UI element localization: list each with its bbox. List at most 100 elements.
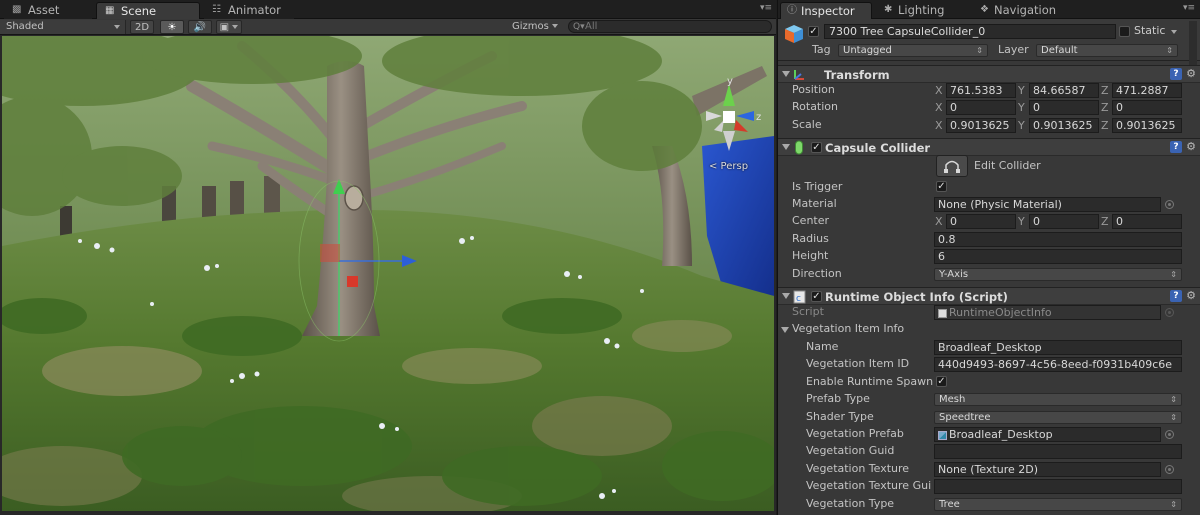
rotation-z-field[interactable]: 0 [1112,100,1182,115]
chevron-updown-icon: ⇕ [1170,500,1177,509]
gizmos-dropdown[interactable]: Gizmos [512,20,562,34]
is-trigger-checkbox[interactable]: ✓ [936,181,947,192]
projection-label[interactable]: < Persp [709,161,748,172]
position-x-field[interactable]: 761.5383 [946,83,1016,98]
shading-mode-dropdown[interactable]: Shaded [0,20,126,34]
tab-lighting[interactable]: ✱ Lighting [878,2,968,19]
foldout-arrow-icon[interactable] [782,71,790,77]
chevron-updown-icon: ⇕ [1166,46,1173,55]
tag-dropdown[interactable]: Untagged ⇕ [838,44,988,57]
object-picker-icon[interactable] [1165,200,1174,209]
radius-field[interactable]: 0.8 [934,232,1182,247]
vegetation-texture-guid-label: Vegetation Texture Gui [806,479,932,492]
enable-runtime-spawn-checkbox[interactable]: ✓ [936,376,947,387]
capsule-collider-icon [795,140,803,155]
tab-inspector[interactable]: ⓘ Inspector [780,2,872,19]
shader-type-label: Shader Type [806,410,874,423]
foldout-arrow-icon[interactable] [782,293,790,299]
prefab-type-dropdown[interactable]: Mesh ⇕ [934,393,1182,406]
scene-search-input[interactable]: Q▾ All [568,20,772,33]
scene-lighting-toggle[interactable]: ☀ [160,20,184,34]
transform-header[interactable]: Transform ? ⚙ [778,65,1200,83]
svg-text:y: y [727,76,733,87]
gameobject-cube-icon [785,25,803,43]
name-label: Name [806,340,839,353]
foldout-arrow-icon[interactable] [782,144,790,150]
tab-animator[interactable]: ☷ Animator [204,2,294,19]
radius-label: Radius [792,232,829,245]
inspector-tab-bar: ⓘ Inspector ✱ Lighting ❖ Navigation ▾≡ [778,0,1200,19]
chevron-down-icon [114,25,120,29]
script-label: Script [792,305,824,318]
height-field[interactable]: 6 [934,249,1182,264]
runtime-object-info-header[interactable]: c ✓ Runtime Object Info (Script) ? ⚙ [778,287,1200,305]
layer-dropdown[interactable]: Default ⇕ [1036,44,1178,57]
enable-runtime-spawn-label: Enable Runtime Spawn [806,375,934,388]
prefab-type-label: Prefab Type [806,392,870,405]
help-icon[interactable]: ? [1170,290,1182,302]
navigation-icon: ❖ [980,4,989,15]
asset-store-icon: ▩ [12,4,22,15]
transform-icon [794,70,804,80]
capsule-collider-header[interactable]: ✓ Capsule Collider ? ⚙ [778,138,1200,156]
static-dropdown-icon[interactable] [1171,30,1177,34]
layer-label: Layer [998,43,1029,56]
vegetation-texture-guid-field[interactable] [934,479,1182,494]
tab-scene[interactable]: ▦ Scene [96,2,200,19]
vegetation-item-info-foldout[interactable]: Vegetation Item Info [792,322,904,336]
inspector-panel-menu-icon[interactable]: ▾≡ [1183,3,1195,13]
vegetation-texture-field[interactable]: None (Texture 2D) [934,462,1161,477]
vegetation-guid-field[interactable] [934,444,1182,459]
name-field[interactable]: Broadleaf_Desktop [934,340,1182,355]
direction-dropdown[interactable]: Y-Axis ⇕ [934,268,1182,281]
scene-orientation-gizmo[interactable]: y z [696,76,766,171]
rotation-x-field[interactable]: 0 [946,100,1016,115]
scale-z-field[interactable]: 0.9013625 [1112,118,1182,133]
scene-toolbar: Shaded 2D ☀ 🔊 ▣ Gizmos Q▾ All [0,19,776,35]
position-z-field[interactable]: 471.2887 [1112,83,1182,98]
object-picker-icon[interactable] [1165,430,1174,439]
tab-asset-store[interactable]: ▩ Asset Store [4,2,92,33]
foldout-arrow-icon[interactable] [781,327,789,333]
static-checkbox[interactable] [1119,26,1130,37]
inspector-panel: ⓘ Inspector ✱ Lighting ❖ Navigation ▾≡ ✓… [777,0,1200,515]
center-y-field[interactable]: 0 [1029,214,1099,229]
static-label: Static [1134,24,1166,37]
vegetation-item-id-field[interactable]: 440d9493-8697-4c56-8eed-f0931b409c6e [934,357,1182,372]
material-field[interactable]: None (Physic Material) [934,197,1161,212]
rotation-y-field[interactable]: 0 [1029,100,1099,115]
scale-x-field[interactable]: 0.9013625 [946,118,1016,133]
vegetation-prefab-field[interactable]: Broadleaf_Desktop [934,427,1161,442]
scene-effects-dropdown[interactable]: ▣ [216,20,242,34]
scene-audio-toggle[interactable]: 🔊 [188,20,212,34]
object-picker-icon[interactable] [1165,465,1174,474]
vegetation-type-dropdown[interactable]: Tree ⇕ [934,498,1182,511]
scale-y-field[interactable]: 0.9013625 [1029,118,1099,133]
edit-collider-button[interactable] [936,155,968,177]
center-z-field[interactable]: 0 [1112,214,1182,229]
help-icon[interactable]: ? [1170,68,1182,80]
scene-panel-menu-icon[interactable]: ▾≡ [760,3,772,13]
center-x-field[interactable]: 0 [946,214,1016,229]
help-icon[interactable]: ? [1170,141,1182,153]
object-header: ✓ 7300 Tree CapsuleCollider_0 Static Tag… [778,19,1200,79]
object-name-field[interactable]: 7300 Tree CapsuleCollider_0 [824,24,1116,39]
tab-navigation[interactable]: ❖ Navigation [974,2,1074,19]
position-y-field[interactable]: 84.66587 [1029,83,1099,98]
script-field: RuntimeObjectInfo [934,305,1161,320]
gear-icon[interactable]: ⚙ [1185,290,1197,302]
active-checkbox[interactable]: ✓ [808,26,819,37]
scene-viewport[interactable]: y z < Persp [2,36,774,511]
center-label: Center [792,214,830,227]
gear-icon[interactable]: ⚙ [1185,141,1197,153]
gear-icon[interactable]: ⚙ [1185,68,1197,80]
2d-toggle-button[interactable]: 2D [130,20,154,34]
capsule-collider-enabled-checkbox[interactable]: ✓ [811,142,822,153]
runtime-object-info-enabled-checkbox[interactable]: ✓ [811,291,822,302]
scene-panel: ▩ Asset Store ▦ Scene ☷ Animator ▾≡ Shad… [0,0,776,515]
vegetation-item-id-label: Vegetation Item ID [806,357,910,370]
edit-collider-icon [944,160,960,173]
prefab-icon [938,430,947,440]
shader-type-dropdown[interactable]: Speedtree ⇕ [934,411,1182,424]
chevron-updown-icon: ⇕ [976,46,983,55]
